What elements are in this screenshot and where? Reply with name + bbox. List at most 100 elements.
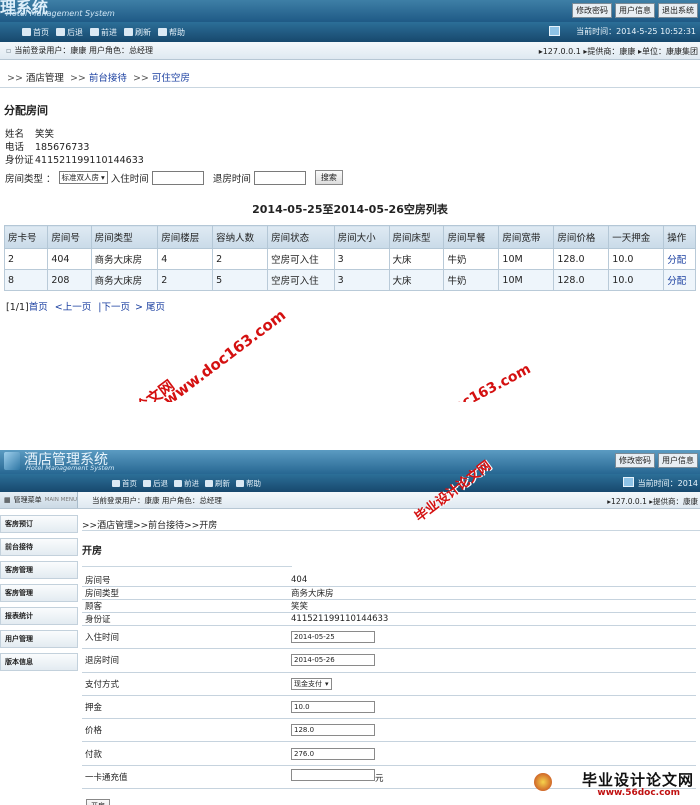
app-logo-icon xyxy=(4,452,20,470)
left-menu-item[interactable]: 客房预订 xyxy=(0,515,78,533)
back-icon xyxy=(56,28,65,36)
form-field-cell: 2014-05-25 xyxy=(288,625,696,650)
guest-field-label: 姓名 xyxy=(5,129,25,140)
form-field-label: 入住时间 xyxy=(82,625,288,650)
table-cell: 3 xyxy=(333,248,390,270)
nav-help[interactable]: 帮助 xyxy=(236,478,261,489)
login-user-info: 当前登录用户：康康 用户角色：总经理 xyxy=(0,45,153,56)
prev-page-link[interactable]: <上一页 xyxy=(55,302,91,313)
current-time: 当前时间：2014-5-25 10:52:31 xyxy=(576,27,696,36)
table-cell: 2 xyxy=(157,269,214,291)
forward-icon xyxy=(90,28,99,36)
forward-icon xyxy=(174,479,182,487)
table-body: 2 404 商务大床房 4 2 空房可入住 3 大床 牛奶 10M 128.0 10.0 分配 8 208 商… xyxy=(3,248,696,291)
check-in-screen: 酒店管理系统 Hotel Management System 修改密码 用户信息… xyxy=(0,450,700,805)
column-header: 房间早餐 xyxy=(443,225,500,249)
checkout-input[interactable] xyxy=(253,170,306,185)
form-input[interactable] xyxy=(291,769,375,782)
page-count: [1/1] xyxy=(6,302,29,313)
server-info: ▸127.0.0.1 ▸提供商：康康 xyxy=(607,497,698,506)
logout-link[interactable]: 退出系统 xyxy=(658,3,698,18)
change-password-link[interactable]: 修改密码 xyxy=(615,453,655,468)
left-menu-item[interactable]: 用户管理 xyxy=(0,630,78,648)
crumb-front-desk[interactable]: 前台接待 xyxy=(89,73,127,84)
table-cell: 商务大床房 xyxy=(90,269,159,291)
table-cell: 大床 xyxy=(388,269,445,291)
nav-back[interactable]: 后退 xyxy=(143,478,168,489)
footer-logo-url: www.56doc.com xyxy=(597,788,680,798)
table-cell: 2 xyxy=(212,248,269,270)
table-cell: 2 xyxy=(3,248,49,270)
column-header: 一天押金 xyxy=(608,225,665,249)
nav-help[interactable]: 帮助 xyxy=(158,27,185,38)
table-header: 房卡号 房间号 房间类型 房间楼层 容纳人数 房间状态 房间大小 房间床型 房间早餐 房间宽带 房间… xyxy=(3,225,696,249)
guest-info: 姓名 笑笑 电话 185676733 身份证411521199110144633 xyxy=(0,128,700,167)
breadcrumb: >>酒店管理>>前台接待>>开房 xyxy=(82,509,700,531)
nav-home[interactable]: 首页 xyxy=(22,27,49,38)
form-input[interactable]: 10.0 xyxy=(291,701,375,714)
left-menu-item[interactable]: 前台接待 xyxy=(0,538,78,556)
table-cell: 牛奶 xyxy=(443,248,500,270)
table-cell: 10M xyxy=(498,248,555,270)
left-menu-item[interactable]: 报表统计 xyxy=(0,607,78,625)
chevron-down-icon: ▾ xyxy=(101,173,105,182)
form-input[interactable]: 128.0 xyxy=(291,724,375,737)
crumb-hotel-mgmt: 酒店管理 xyxy=(25,73,64,84)
payment-method-select[interactable]: 现金支付 ▾ xyxy=(291,677,332,690)
guest-field-value: 笑笑 xyxy=(35,129,55,140)
menu-grid-icon: ▦ xyxy=(4,496,11,504)
form-field-label: 押金 xyxy=(82,695,288,720)
nav-refresh[interactable]: 刷新 xyxy=(205,478,230,489)
user-info-link[interactable]: 用户信息 xyxy=(658,453,698,468)
form-field-value: 411521199110144633 xyxy=(291,614,389,624)
assign-room-link[interactable]: 分配 xyxy=(667,255,686,266)
crumb-vacant-rooms[interactable]: 可住空房 xyxy=(152,73,190,84)
column-header: 房间楼层 xyxy=(157,225,214,249)
change-password-link[interactable]: 修改密码 xyxy=(572,3,612,18)
checkin-input[interactable] xyxy=(151,170,204,185)
nav-refresh[interactable]: 刷新 xyxy=(124,27,151,38)
monitor-icon xyxy=(549,26,560,36)
left-menu-item[interactable]: 版本信息 xyxy=(0,653,78,671)
room-type-select[interactable]: 标准双人房 ▾ xyxy=(58,171,108,184)
table-cell: 404 xyxy=(47,248,92,270)
room-type-label: 房间类型 ： xyxy=(5,173,56,185)
left-menu-item[interactable]: 客房管理 xyxy=(0,561,78,579)
table-cell: 208 xyxy=(47,269,92,291)
left-menu-item[interactable]: 客房管理 xyxy=(0,584,78,602)
nav-back[interactable]: 后退 xyxy=(56,27,83,38)
search-button[interactable]: 搜索 xyxy=(314,170,343,185)
table-cell: 空房可入住 xyxy=(267,269,335,291)
form-field-value: 404 xyxy=(291,575,308,585)
checkout-label: 退房时间 xyxy=(212,173,251,185)
form-field-label: 房间号 xyxy=(82,574,288,587)
column-header: 房间类型 xyxy=(90,225,159,249)
first-page-link[interactable]: 首页 xyxy=(29,302,48,313)
monitor-icon xyxy=(623,477,634,487)
section-title: 开房 xyxy=(82,531,292,567)
column-header: 房卡号 xyxy=(3,225,49,249)
nav-home[interactable]: 首页 xyxy=(112,478,137,489)
table-cell: 8 xyxy=(3,269,49,291)
footer-logo: 毕业设计论文网 www.56doc.com xyxy=(534,769,694,801)
guest-field-label: 身份证 xyxy=(5,155,34,166)
table-cell: 10.0 xyxy=(608,269,665,291)
breadcrumb: >> 酒店管理 >> 前台接待 >> 可住空房 xyxy=(0,60,700,88)
user-info-link[interactable]: 用户信息 xyxy=(615,3,655,18)
logo-emblem-icon xyxy=(534,773,552,791)
check-in-submit-button[interactable]: 开房 xyxy=(86,799,110,805)
form-row: 付款 276.0 xyxy=(82,741,696,766)
nav-forward[interactable]: 前进 xyxy=(174,478,199,489)
table-cell: 5 xyxy=(212,269,269,291)
form-field-cell: 现金支付 ▾ xyxy=(288,672,696,696)
next-page-link[interactable]: |下一页 xyxy=(98,302,130,313)
form-field-cell: 笑笑 xyxy=(288,599,696,613)
last-page-link[interactable]: > 尾页 xyxy=(135,302,165,313)
column-header: 房间号 xyxy=(47,225,92,249)
form-input[interactable]: 2014-05-25 xyxy=(291,631,375,644)
nav-forward[interactable]: 前进 xyxy=(90,27,117,38)
form-input[interactable]: 2014-05-26 xyxy=(291,654,375,667)
assign-room-link[interactable]: 分配 xyxy=(667,276,686,287)
app-banner: 理系统 Hotel Management System 修改密码 用户信息 退出… xyxy=(0,0,700,22)
form-input[interactable]: 276.0 xyxy=(291,747,375,760)
